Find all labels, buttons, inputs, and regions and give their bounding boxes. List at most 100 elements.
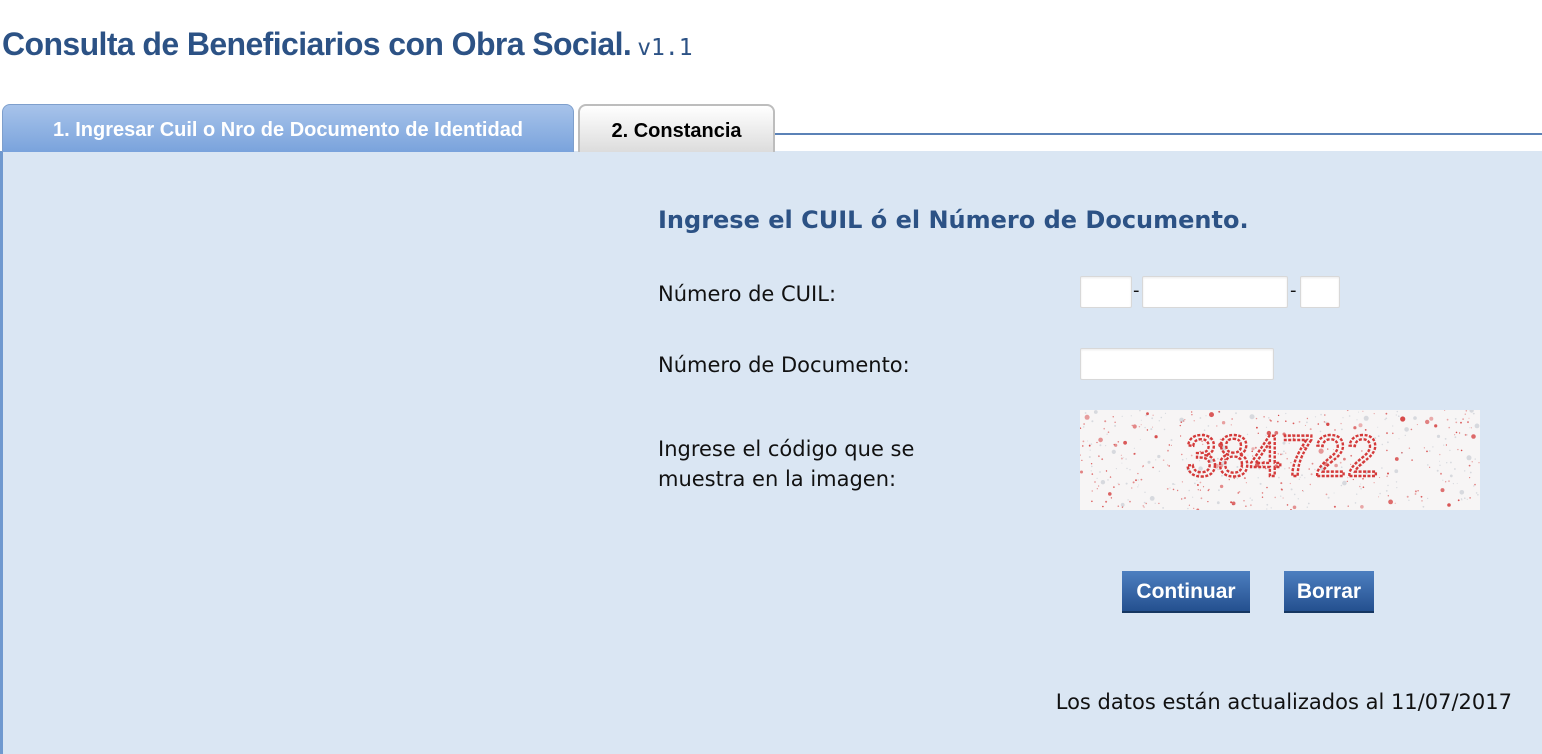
- captcha-noise-dot: [1150, 428, 1153, 431]
- cuil-check-input[interactable]: [1300, 276, 1340, 308]
- captcha-noise-dot: [1142, 465, 1144, 467]
- captcha-noise-dot: [1454, 434, 1456, 436]
- captcha-noise-dot: [1432, 446, 1434, 448]
- captcha-noise-dot: [1475, 492, 1478, 494]
- captcha-noise-dot: [1132, 481, 1135, 484]
- captcha-noise-dot: [1091, 490, 1093, 492]
- captcha-noise-dot: [1464, 497, 1466, 499]
- captcha-noise-dot: [1263, 416, 1265, 418]
- captcha-noise-dot: [1123, 440, 1127, 445]
- captcha-noise-dot: [1394, 502, 1396, 504]
- captcha-noise-dot: [1443, 444, 1445, 446]
- captcha-noise-dot: [1137, 486, 1139, 488]
- captcha-noise-dot: [1137, 472, 1139, 475]
- captcha-noise-dot: [1362, 410, 1364, 412]
- captcha-noise-dot: [1143, 506, 1145, 508]
- captcha-noise-dot: [1140, 419, 1142, 421]
- captcha-noise-dot: [1398, 415, 1400, 417]
- captcha-noise-dot: [1112, 416, 1114, 418]
- cuil-label: Número de CUIL:: [658, 282, 837, 306]
- captcha-noise-dot: [1151, 417, 1154, 420]
- captcha-noise-dot: [1117, 441, 1120, 443]
- captcha-noise-dot: [1130, 415, 1132, 417]
- captcha-noise-dot: [1269, 419, 1271, 421]
- captcha-noise-dot: [1099, 471, 1101, 473]
- captcha-noise-dot: [1129, 500, 1131, 503]
- captcha-noise-dot: [1142, 505, 1144, 507]
- documento-label: Número de Documento:: [658, 353, 910, 377]
- captcha-noise-dot: [1113, 486, 1115, 488]
- captcha-noise-dot: [1179, 424, 1181, 427]
- captcha-noise-dot: [1084, 412, 1087, 414]
- captcha-noise-dot: [1172, 483, 1175, 485]
- captcha-noise-dot: [1333, 492, 1335, 494]
- captcha-noise-dot: [1187, 507, 1189, 510]
- captcha-noise-dot: [1096, 488, 1098, 490]
- captcha-noise-dot: [1348, 415, 1351, 417]
- captcha-noise-dot: [1099, 444, 1102, 447]
- captcha-noise-dot: [1395, 414, 1397, 416]
- captcha-noise-dot: [1472, 412, 1475, 415]
- captcha-noise-dot: [1131, 424, 1133, 426]
- captcha-noise-dot: [1398, 438, 1400, 440]
- captcha-noise-dot: [1464, 433, 1467, 436]
- captcha-noise-dot: [1143, 501, 1146, 504]
- captcha-noise-dot: [1396, 487, 1398, 489]
- captcha-noise-dot: [1408, 499, 1410, 501]
- captcha-noise-dot: [1142, 466, 1143, 468]
- captcha-noise-dot: [1088, 444, 1091, 447]
- captcha-noise-dot: [1387, 484, 1389, 487]
- documento-input[interactable]: [1080, 348, 1274, 380]
- captcha-noise-dot: [1129, 469, 1131, 471]
- captcha-noise-dot: [1395, 481, 1398, 483]
- captcha-noise-dot: [1454, 468, 1456, 470]
- captcha-noise-dot: [1392, 432, 1394, 435]
- captcha-noise-dot: [1385, 412, 1388, 415]
- captcha-noise-dot: [1152, 466, 1154, 469]
- captcha-noise-dot: [1098, 437, 1103, 443]
- captcha-noise-dot: [1439, 460, 1440, 462]
- captcha-noise-dot: [1445, 444, 1447, 446]
- captcha-noise-dot: [1464, 470, 1466, 472]
- captcha-noise-dot: [1459, 490, 1465, 495]
- captcha-noise-dot: [1110, 497, 1113, 499]
- continuar-button[interactable]: Continuar: [1122, 571, 1250, 613]
- captcha-noise-dot: [1216, 501, 1220, 505]
- captcha-noise-dot: [1094, 481, 1096, 483]
- captcha-noise-dot: [1302, 490, 1304, 492]
- captcha-noise-dot: [1250, 504, 1252, 507]
- captcha-noise-dot: [1427, 464, 1429, 466]
- captcha-noise-dot: [1135, 479, 1137, 482]
- captcha-noise-dot: [1180, 421, 1183, 423]
- tab-constancia[interactable]: 2. Constancia: [578, 104, 775, 152]
- captcha-noise-dot: [1266, 508, 1268, 510]
- captcha-noise-dot: [1324, 414, 1326, 416]
- tab-ingresar-cuil[interactable]: 1. Ingresar Cuil o Nro de Documento de I…: [2, 104, 574, 152]
- captcha-noise-dot: [1293, 493, 1296, 496]
- captcha-noise-dot: [1158, 420, 1160, 422]
- captcha-noise-dot: [1117, 505, 1120, 507]
- captcha-noise-dot: [1307, 502, 1310, 505]
- captcha-noise-dot: [1144, 491, 1146, 493]
- captcha-noise-dot: [1091, 473, 1094, 475]
- captcha-noise-dot: [1245, 505, 1247, 507]
- captcha-noise-dot: [1325, 493, 1328, 496]
- captcha-noise-dot: [1379, 477, 1381, 478]
- captcha-noise-dot: [1184, 419, 1186, 421]
- captcha-noise-dot: [1184, 497, 1186, 499]
- cuil-prefix-input[interactable]: [1080, 276, 1132, 308]
- captcha-noise-dot: [1118, 483, 1120, 486]
- captcha-noise-dot: [1104, 420, 1107, 423]
- borrar-button[interactable]: Borrar: [1284, 571, 1374, 613]
- captcha-noise-dot: [1447, 503, 1451, 507]
- cuil-number-input[interactable]: [1142, 276, 1288, 308]
- captcha-noise-dot: [1466, 498, 1468, 500]
- captcha-noise-dot: [1082, 426, 1085, 428]
- captcha-noise-dot: [1323, 421, 1326, 423]
- captcha-noise-dot: [1386, 475, 1388, 478]
- captcha-noise-dot: [1188, 489, 1190, 492]
- captcha-noise-dot: [1401, 452, 1403, 454]
- captcha-noise-dot: [1169, 487, 1171, 489]
- captcha-noise-dot: [1181, 458, 1184, 461]
- captcha-noise-dot: [1457, 448, 1459, 451]
